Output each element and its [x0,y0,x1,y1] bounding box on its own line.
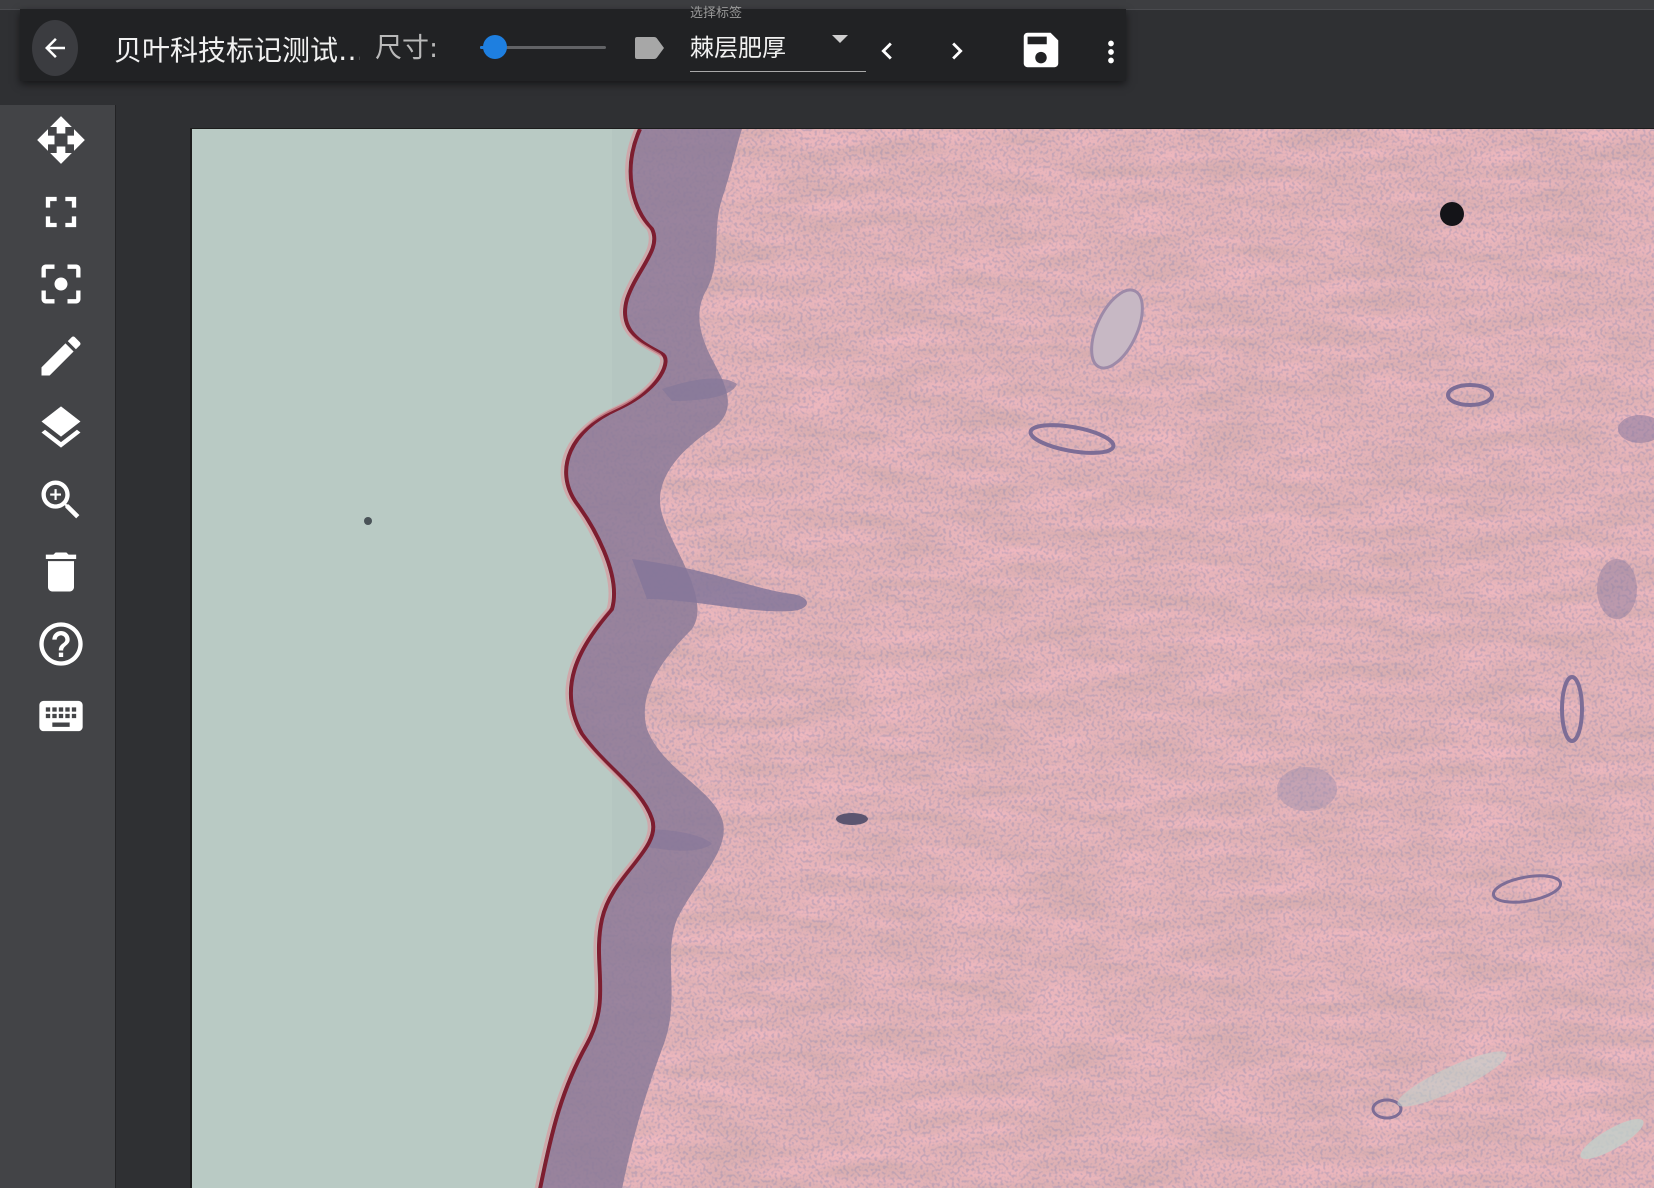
label-tag-icon [632,35,666,61]
more-vertical-icon [1108,40,1114,64]
document-title: 贝叶科技标记测试… [114,34,360,67]
zoom-in-icon [41,480,80,519]
dropdown-caret-icon [832,35,848,43]
tool-center-focus[interactable] [30,253,92,315]
annotation-app: 贝叶科技标记测试… 尺寸: 选择标签 棘层肥厚 [0,0,1654,1188]
label-select-floating-label: 选择标签 [690,6,743,21]
save-button[interactable] [1018,23,1064,77]
help-circle-icon [39,622,83,666]
center-focus-icon [41,264,81,304]
tool-fullscreen[interactable] [30,181,92,243]
keyboard-icon [39,700,83,732]
fullscreen-icon [45,196,77,228]
size-slider-thumb[interactable] [483,35,508,59]
arrow-left-icon [45,38,65,58]
layers-icon [41,406,81,448]
move-arrows-icon [37,116,85,164]
tool-layers[interactable] [30,397,92,459]
previous-button[interactable] [867,29,907,73]
chevron-right-icon [952,42,963,60]
trash-icon [45,552,77,592]
next-button[interactable] [937,29,977,73]
histology-slide-image[interactable] [190,128,1654,1188]
tool-sidebar [0,105,116,1188]
top-toolbar: 贝叶科技标记测试… 尺寸: 选择标签 棘层肥厚 [20,7,1128,81]
tool-help[interactable] [30,613,92,675]
tool-keyboard-shortcuts[interactable] [30,685,92,747]
size-slider[interactable] [480,33,606,61]
tool-delete[interactable] [30,541,92,603]
back-button[interactable] [32,20,78,76]
tool-move[interactable] [30,109,92,171]
save-floppy-icon [1023,32,1059,68]
chevron-left-icon [881,42,892,60]
size-label: 尺寸: [375,33,439,64]
label-select[interactable]: 选择标签 棘层肥厚 [690,7,866,72]
more-options-button[interactable] [1094,25,1128,79]
label-select-value: 棘层肥厚 [690,34,786,62]
tool-draw[interactable] [30,325,92,387]
tool-zoom-in[interactable] [30,469,92,531]
pencil-icon [41,336,81,376]
